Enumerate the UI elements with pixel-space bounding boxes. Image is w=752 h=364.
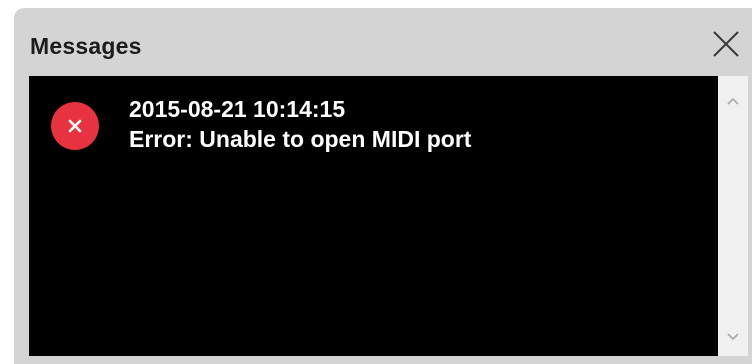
message-text: Error: Unable to open MIDI port	[129, 126, 472, 152]
message-panel: 2015-08-21 10:14:15 Error: Unable to ope…	[29, 76, 748, 356]
scroll-down-button[interactable]	[718, 322, 748, 352]
message-timestamp: 2015-08-21 10:14:15	[129, 96, 346, 122]
scroll-up-button[interactable]	[718, 86, 748, 116]
chevron-up-icon	[727, 97, 739, 105]
message-log[interactable]: 2015-08-21 10:14:15 Error: Unable to ope…	[29, 76, 718, 356]
error-circle-icon	[51, 102, 99, 150]
error-x-icon	[68, 119, 82, 133]
chevron-down-icon	[727, 333, 739, 341]
message-text-block: 2015-08-21 10:14:15 Error: Unable to ope…	[129, 94, 471, 154]
close-button[interactable]	[706, 24, 746, 64]
message-item: 2015-08-21 10:14:15 Error: Unable to ope…	[51, 94, 471, 154]
dialog-title: Messages	[30, 33, 142, 59]
close-icon	[713, 31, 739, 57]
messages-dialog: Messages 2015-08-21 10:14:15 Error: Unab…	[14, 8, 752, 364]
vertical-scrollbar[interactable]	[718, 76, 748, 356]
